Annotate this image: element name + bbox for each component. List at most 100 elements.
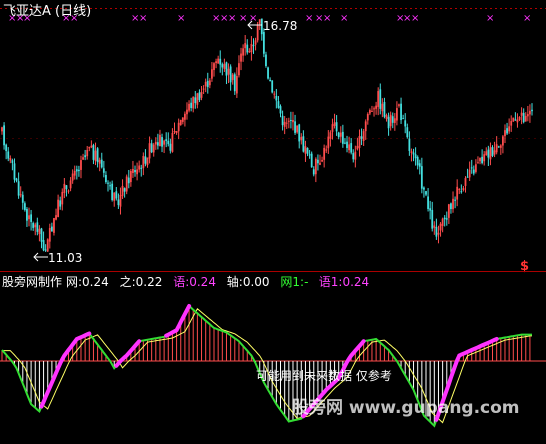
candle-body: [375, 105, 378, 109]
candle-body: [46, 239, 49, 252]
candle-body: [348, 144, 350, 151]
candle-body: [433, 225, 436, 228]
candle-body: [86, 149, 89, 157]
watermark: 股旁网 www.gupang.com: [292, 397, 520, 418]
candle-body: [144, 156, 147, 164]
candle-body: [418, 163, 421, 167]
candle-body: [400, 103, 402, 121]
candle-body: [67, 190, 70, 192]
candle-body: [17, 181, 20, 196]
candle-body: [96, 148, 99, 163]
candle-body: [82, 157, 84, 160]
candle-body: [223, 63, 226, 69]
candle-body: [508, 126, 511, 132]
candle-body: [402, 118, 405, 120]
candle-body: [464, 178, 467, 186]
candle-body: [117, 199, 120, 206]
candle-body: [171, 132, 174, 152]
candle-body: [443, 217, 446, 220]
candle-body: [134, 170, 136, 173]
candle-body: [231, 74, 234, 81]
candle-body: [59, 200, 62, 207]
indicator-panel: 可能用到未来数据 仅参考 股旁网 www.gupang.com: [0, 304, 546, 428]
candle-body: [3, 125, 5, 146]
candle-body: [225, 62, 228, 76]
candle-body: [398, 104, 400, 106]
candle-body: [271, 80, 274, 93]
candle-body: [240, 53, 242, 62]
candle-body: [356, 145, 359, 150]
candle-body: [435, 226, 438, 237]
candle-body: [420, 166, 423, 189]
candle-body: [383, 101, 386, 117]
candle-body: [439, 223, 442, 231]
candle-body: [292, 119, 294, 123]
candle-body: [105, 175, 107, 183]
candle-body: [381, 103, 384, 112]
candle-body: [7, 151, 10, 159]
candle-body: [526, 114, 529, 117]
candle-body: [150, 143, 153, 153]
candle-body: [113, 192, 116, 201]
candle-body: [337, 132, 340, 138]
indicator-value-0: 网:0.24: [66, 275, 109, 289]
top-x-marker: ×: [177, 13, 185, 24]
candle-body: [352, 153, 355, 160]
candle-body: [410, 151, 413, 153]
candle-body: [211, 69, 213, 79]
candle-body: [285, 122, 288, 124]
candle-body: [107, 182, 109, 184]
candle-body: [354, 151, 357, 160]
candle-body: [481, 156, 484, 164]
candle-body: [477, 162, 479, 164]
candle-body: [53, 218, 55, 233]
candle-body: [23, 203, 26, 210]
candle-body: [474, 164, 477, 172]
candle-body: [44, 249, 47, 251]
price-high-label: 16.78: [263, 19, 297, 33]
candle-body: [75, 169, 78, 172]
candle-body: [119, 194, 122, 207]
candle-body: [319, 162, 321, 165]
candle-body: [242, 48, 244, 56]
candle-body: [306, 147, 309, 154]
candle-body: [5, 144, 8, 151]
candle-body: [269, 79, 272, 82]
candle-body: [202, 88, 205, 90]
candle-body: [267, 67, 269, 79]
candle-body: [300, 136, 303, 141]
candle-body: [391, 116, 394, 123]
candle-body: [48, 228, 51, 242]
candle-body: [250, 43, 253, 53]
candle-body: [458, 189, 461, 191]
candle-body: [190, 102, 193, 108]
candle-body: [71, 173, 74, 181]
candle-body: [11, 160, 14, 163]
candle-body: [102, 168, 105, 173]
candle-body: [412, 152, 415, 155]
candle-body: [142, 155, 145, 168]
stock-title: 飞亚达A (日线): [3, 4, 91, 19]
indicator-values: 网:0.24 之:0.22 语:0.24 轴:0.00 网1:- 语1:0.24: [66, 274, 369, 289]
low-annotation: 11.03: [33, 251, 82, 265]
candle-body: [38, 228, 41, 235]
top-x-marker: ×: [523, 13, 531, 24]
candle-body: [389, 114, 392, 127]
candle-body: [358, 136, 361, 148]
candle-body: [19, 194, 22, 196]
candle-body: [287, 120, 290, 122]
candle-body: [304, 146, 307, 154]
candle-body: [404, 120, 407, 127]
candle-body: [221, 64, 224, 68]
candle-body: [456, 186, 459, 200]
candle-body: [123, 188, 126, 192]
candle-body: [163, 140, 166, 145]
top-x-marker: ×: [411, 13, 419, 24]
candle-body: [344, 142, 346, 144]
candle-body: [321, 159, 323, 162]
candle-body: [495, 144, 498, 153]
candle-body: [479, 158, 481, 162]
candle-body: [127, 177, 130, 184]
candle-body: [215, 61, 217, 64]
candle-body: [437, 232, 440, 235]
